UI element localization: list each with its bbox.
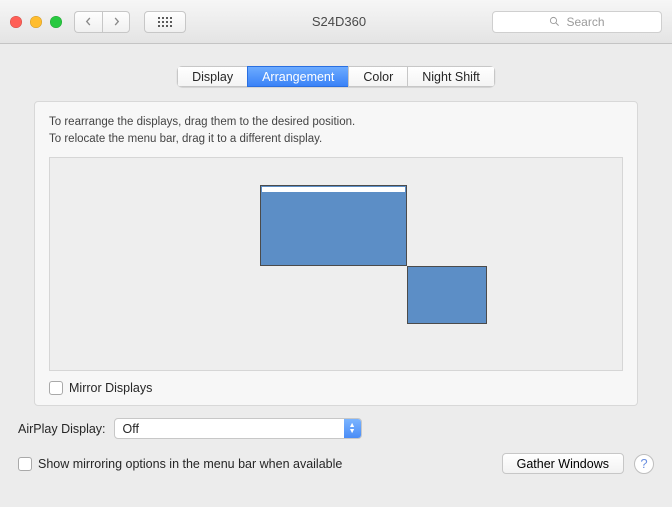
chevron-left-icon <box>84 17 93 26</box>
search-placeholder: Search <box>566 15 604 29</box>
footer: AirPlay Display: Off ▲▼ Show mirroring o… <box>0 418 672 488</box>
help-button[interactable]: ? <box>634 454 654 474</box>
window-title: S24D360 <box>194 14 484 29</box>
content-area: Display Arrangement Color Night Shift To… <box>0 44 672 418</box>
airplay-label: AirPlay Display: <box>18 422 106 436</box>
search-icon <box>549 16 560 27</box>
mirror-displays-label: Mirror Displays <box>69 381 152 395</box>
display-secondary[interactable] <box>407 266 487 324</box>
tab-night-shift[interactable]: Night Shift <box>407 66 495 87</box>
updown-icon: ▲▼ <box>344 419 361 438</box>
close-icon[interactable] <box>10 16 22 28</box>
footer-row2: Show mirroring options in the menu bar w… <box>18 453 654 474</box>
grid-icon <box>158 17 172 27</box>
tab-arrangement[interactable]: Arrangement <box>247 66 348 87</box>
back-button[interactable] <box>74 11 102 33</box>
instruction-line: To rearrange the displays, drag them to … <box>49 114 623 131</box>
airplay-row: AirPlay Display: Off ▲▼ <box>18 418 654 439</box>
mirror-displays-checkbox[interactable] <box>49 381 63 395</box>
display-primary[interactable] <box>260 185 407 266</box>
tab-color[interactable]: Color <box>348 66 407 87</box>
minimize-icon[interactable] <box>30 16 42 28</box>
display-arrangement-area[interactable] <box>49 157 623 371</box>
titlebar: S24D360 Search <box>0 0 672 44</box>
menubar-option-row[interactable]: Show mirroring options in the menu bar w… <box>18 457 342 471</box>
tab-display[interactable]: Display <box>177 66 247 87</box>
airplay-value: Off <box>115 422 344 436</box>
displays-prefs-window: S24D360 Search Display Arrangement Color… <box>0 0 672 507</box>
instruction-text: To rearrange the displays, drag them to … <box>49 114 623 147</box>
menubar-option-checkbox[interactable] <box>18 457 32 471</box>
forward-button[interactable] <box>102 11 130 33</box>
menubar-option-label: Show mirroring options in the menu bar w… <box>38 457 342 471</box>
airplay-select[interactable]: Off ▲▼ <box>114 418 362 439</box>
show-all-button[interactable] <box>144 11 186 33</box>
window-controls <box>10 16 62 28</box>
zoom-icon[interactable] <box>50 16 62 28</box>
instruction-line: To relocate the menu bar, drag it to a d… <box>49 131 623 148</box>
gather-windows-button[interactable]: Gather Windows <box>502 453 624 474</box>
arrangement-pane: To rearrange the displays, drag them to … <box>34 101 638 406</box>
search-input[interactable]: Search <box>492 11 662 33</box>
tab-bar: Display Arrangement Color Night Shift <box>18 66 654 87</box>
nav-button-group <box>74 11 130 33</box>
mirror-displays-row[interactable]: Mirror Displays <box>49 381 623 395</box>
menubar-strip[interactable] <box>262 187 405 192</box>
chevron-right-icon <box>112 17 121 26</box>
